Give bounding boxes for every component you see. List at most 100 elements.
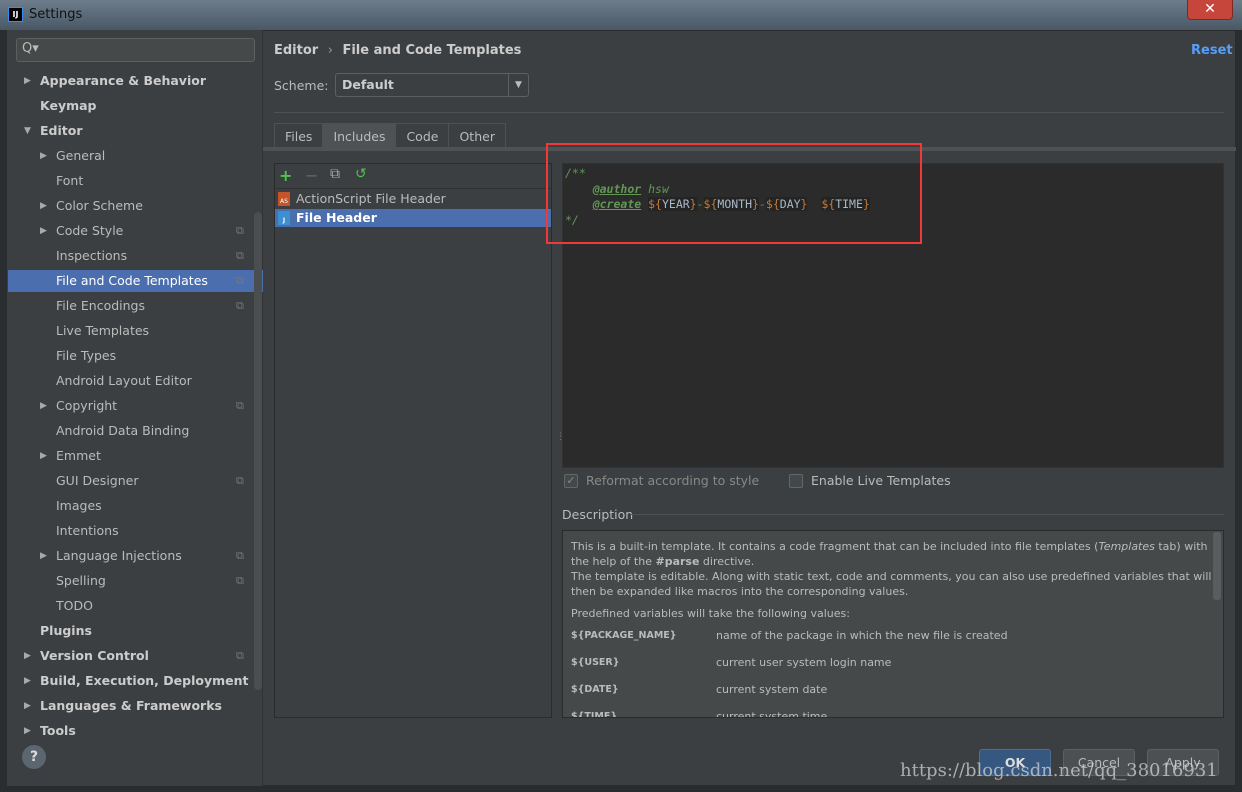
sidebar-item-file-and-code-templates[interactable]: File and Code Templates ⧉ <box>8 270 263 292</box>
sidebar-item-intentions[interactable]: Intentions <box>8 520 263 542</box>
scheme-select[interactable]: Default ▼ <box>335 73 529 97</box>
copy-icon[interactable]: ⧉ <box>330 166 340 182</box>
chevron-right-icon[interactable]: ▶ <box>40 395 47 417</box>
list-item[interactable]: J File Header <box>275 209 551 227</box>
sidebar-item-label: Build, Execution, Deployment <box>40 673 249 688</box>
chevron-right-icon[interactable]: ▶ <box>40 445 47 467</box>
help-button[interactable]: ? <box>22 745 46 769</box>
variable-row: ${PACKAGE_NAME} name of the package in wh… <box>571 629 1008 642</box>
tab-code[interactable]: Code <box>395 123 449 148</box>
close-button[interactable]: ✕ <box>1187 0 1233 20</box>
sidebar-item-label: Keymap <box>40 98 97 113</box>
window-title: Settings <box>29 7 83 22</box>
description-heading: Description <box>562 507 634 522</box>
sidebar-item-language-injections[interactable]: ▶ Language Injections ⧉ <box>8 545 263 567</box>
chevron-right-icon[interactable]: ▶ <box>40 545 47 567</box>
description-paragraph: Predefined variables will take the follo… <box>571 607 850 620</box>
reset-link[interactable]: Reset <box>1191 43 1233 58</box>
sidebar-item-file-encodings[interactable]: File Encodings ⧉ <box>8 295 263 317</box>
sidebar-scrollbar[interactable] <box>254 212 262 690</box>
remove-icon[interactable]: − <box>305 166 318 185</box>
sidebar-item-appearance-behavior[interactable]: ▶ Appearance & Behavior <box>8 70 263 92</box>
sidebar-item-label: Android Layout Editor <box>56 373 192 388</box>
project-scope-icon: ⧉ <box>236 549 244 562</box>
project-scope-icon: ⧉ <box>236 474 244 487</box>
project-scope-icon: ⧉ <box>236 224 244 237</box>
chevron-right-icon[interactable]: ▶ <box>24 720 31 742</box>
tab-files[interactable]: Files <box>274 123 323 148</box>
sidebar-item-gui-designer[interactable]: GUI Designer ⧉ <box>8 470 263 492</box>
sidebar-item-label: Android Data Binding <box>56 423 190 438</box>
reset-template-icon[interactable]: ↺ <box>355 166 367 182</box>
project-scope-icon: ⧉ <box>236 649 244 662</box>
sidebar-item-label: Languages & Frameworks <box>40 698 222 713</box>
sidebar-item-android-data-binding[interactable]: Android Data Binding <box>8 420 263 442</box>
chevron-right-icon[interactable]: ▶ <box>40 195 47 217</box>
watermark: https://blog.csdn.net/qq_38016931 <box>900 760 1218 781</box>
sidebar-item-file-types[interactable]: File Types <box>8 345 263 367</box>
sidebar-item-label: Language Injections <box>56 548 182 563</box>
sidebar-item-label: GUI Designer <box>56 473 139 488</box>
chevron-right-icon[interactable]: ▶ <box>40 220 47 242</box>
project-scope-icon: ⧉ <box>236 574 244 587</box>
sidebar-item-spelling[interactable]: Spelling ⧉ <box>8 570 263 592</box>
sidebar-item-label: Copyright <box>56 398 118 413</box>
sidebar-item-keymap[interactable]: Keymap <box>8 95 263 117</box>
sidebar-item-languages-frameworks[interactable]: ▶ Languages & Frameworks <box>8 695 263 717</box>
sidebar-item-tools[interactable]: ▶ Tools <box>8 720 263 742</box>
chevron-right-icon[interactable]: ▶ <box>24 670 31 692</box>
chevron-right-icon[interactable]: ▶ <box>40 145 47 167</box>
sidebar-item-label: Spelling <box>56 573 106 588</box>
sidebar-item-label: Editor <box>40 123 83 138</box>
chevron-right-icon[interactable]: ▶ <box>24 645 31 667</box>
search-input[interactable]: Q▾ <box>16 38 255 62</box>
live-templates-label: Enable Live Templates <box>811 473 951 488</box>
sidebar-item-label: Images <box>56 498 102 513</box>
sidebar-item-android-layout-editor[interactable]: Android Layout Editor <box>8 370 263 392</box>
chevron-down-icon[interactable]: ▼ <box>24 120 31 142</box>
sidebar-item-copyright[interactable]: ▶ Copyright ⧉ <box>8 395 263 417</box>
breadcrumb: Editor › File and Code Templates <box>274 43 521 58</box>
sidebar-item-images[interactable]: Images <box>8 495 263 517</box>
sidebar-item-general[interactable]: ▶ General <box>8 145 263 167</box>
description-scrollbar[interactable] <box>1213 532 1221 600</box>
chevron-right-icon[interactable]: ▶ <box>24 695 31 717</box>
sidebar-item-label: Font <box>56 173 84 188</box>
variable-row: ${DATE} current system date <box>571 683 828 696</box>
sidebar-item-code-style[interactable]: ▶ Code Style ⧉ <box>8 220 263 242</box>
sidebar-item-font[interactable]: Font <box>8 170 263 192</box>
list-item-label: ActionScript File Header <box>296 191 446 206</box>
sidebar-item-version-control[interactable]: ▶ Version Control ⧉ <box>8 645 263 667</box>
sidebar-item-inspections[interactable]: Inspections ⧉ <box>8 245 263 267</box>
reformat-label: Reformat according to style <box>586 473 760 488</box>
project-scope-icon: ⧉ <box>236 399 244 412</box>
sidebar-item-label: Plugins <box>40 623 92 638</box>
sidebar-item-editor[interactable]: ▼ Editor <box>8 120 263 142</box>
template-tabs: Files Includes Code Other <box>274 123 506 148</box>
java-file-icon: J <box>278 211 290 225</box>
description-panel: This is a built-in template. It contains… <box>562 530 1224 718</box>
template-list-panel <box>274 163 552 718</box>
tab-includes[interactable]: Includes <box>322 123 396 148</box>
app-icon: IJ <box>8 7 23 22</box>
checkbox-box <box>789 474 803 488</box>
tab-other[interactable]: Other <box>448 123 506 148</box>
sidebar-item-label: Appearance & Behavior <box>40 73 206 88</box>
sidebar-item-emmet[interactable]: ▶ Emmet <box>8 445 263 467</box>
sidebar-item-live-templates[interactable]: Live Templates <box>8 320 263 342</box>
sidebar-item-color-scheme[interactable]: ▶ Color Scheme <box>8 195 263 217</box>
search-icon: Q▾ <box>22 41 39 56</box>
sidebar-item-label: File Types <box>56 348 117 363</box>
sidebar-item-todo[interactable]: TODO <box>8 595 263 617</box>
list-item[interactable]: AS ActionScript File Header <box>275 190 551 208</box>
sidebar-item-label: File and Code Templates <box>56 273 208 288</box>
sidebar-item-label: General <box>56 148 106 163</box>
project-scope-icon: ⧉ <box>236 274 244 287</box>
sidebar-item-build-execution-deployment[interactable]: ▶ Build, Execution, Deployment <box>8 670 263 692</box>
sidebar-item-label: File Encodings <box>56 298 146 313</box>
chevron-right-icon[interactable]: ▶ <box>24 70 31 92</box>
sidebar-item-label: Inspections <box>56 248 128 263</box>
variable-row: ${TIME} current system time <box>571 710 828 718</box>
sidebar-item-plugins[interactable]: Plugins <box>8 620 263 642</box>
add-icon[interactable]: + <box>279 166 292 185</box>
